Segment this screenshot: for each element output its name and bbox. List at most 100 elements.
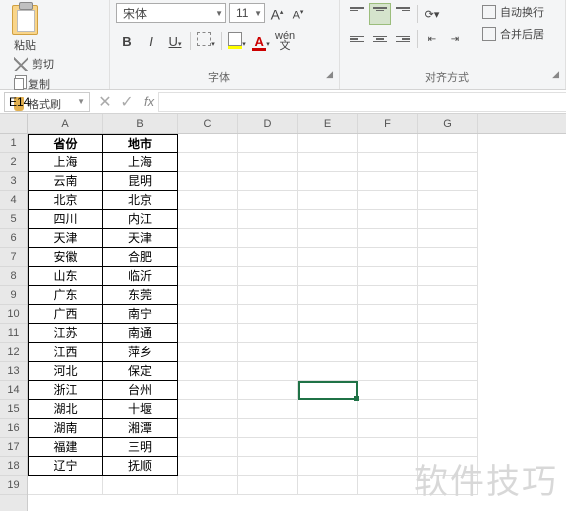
cell[interactable] [418, 343, 478, 362]
cell[interactable] [238, 400, 298, 419]
decrease-indent-button[interactable]: ⇤ [421, 28, 443, 50]
cell[interactable]: 广西 [28, 305, 103, 324]
cell[interactable] [358, 134, 418, 153]
cell[interactable]: 省份 [28, 134, 103, 153]
cell[interactable]: 南宁 [103, 305, 178, 324]
row-header[interactable]: 19 [0, 476, 27, 495]
cell[interactable] [358, 191, 418, 210]
cell[interactable] [418, 267, 478, 286]
cell[interactable] [418, 191, 478, 210]
cell[interactable] [298, 305, 358, 324]
row-header[interactable]: 12 [0, 343, 27, 362]
cell[interactable]: 内江 [103, 210, 178, 229]
row-header[interactable]: 3 [0, 172, 27, 191]
cell[interactable] [178, 286, 238, 305]
cell[interactable] [178, 191, 238, 210]
cell[interactable] [358, 419, 418, 438]
cell[interactable] [178, 362, 238, 381]
cell[interactable]: 湖南 [28, 419, 103, 438]
row-header[interactable]: 17 [0, 438, 27, 457]
underline-button[interactable]: U▾ [164, 30, 186, 52]
bold-button[interactable]: B [116, 30, 138, 52]
decrease-font-button[interactable]: A▾ [289, 3, 307, 23]
cell[interactable] [178, 134, 238, 153]
cell[interactable] [238, 476, 298, 495]
cell[interactable] [418, 438, 478, 457]
cell[interactable] [178, 343, 238, 362]
cell[interactable] [418, 457, 478, 476]
cell[interactable] [238, 134, 298, 153]
cell[interactable] [358, 267, 418, 286]
cell[interactable] [358, 362, 418, 381]
cell[interactable]: 湖北 [28, 400, 103, 419]
cell[interactable]: 安徽 [28, 248, 103, 267]
cell[interactable]: 昆明 [103, 172, 178, 191]
cell[interactable] [418, 400, 478, 419]
cell[interactable] [178, 419, 238, 438]
fill-color-button[interactable]: ▾ [226, 30, 248, 52]
cell[interactable] [418, 286, 478, 305]
cell[interactable] [358, 286, 418, 305]
select-all-corner[interactable] [0, 114, 27, 134]
cell[interactable] [418, 381, 478, 400]
row-header[interactable]: 9 [0, 286, 27, 305]
row-header[interactable]: 2 [0, 153, 27, 172]
cell[interactable] [178, 210, 238, 229]
cell[interactable] [298, 343, 358, 362]
name-box[interactable]: E14▼ [4, 92, 90, 112]
cell[interactable]: 辽宁 [28, 457, 103, 476]
cell[interactable]: 北京 [103, 191, 178, 210]
phonetic-button[interactable]: wén文 [274, 30, 296, 52]
cell[interactable] [298, 476, 358, 495]
row-header[interactable]: 16 [0, 419, 27, 438]
increase-font-button[interactable]: A▴ [268, 3, 286, 23]
cell[interactable] [298, 457, 358, 476]
cell[interactable] [298, 400, 358, 419]
cell[interactable]: 江苏 [28, 324, 103, 343]
row-header[interactable]: 5 [0, 210, 27, 229]
cell[interactable] [238, 305, 298, 324]
cell[interactable] [298, 438, 358, 457]
cell[interactable] [298, 229, 358, 248]
cell[interactable] [238, 267, 298, 286]
cell[interactable] [103, 476, 178, 495]
cell[interactable]: 广东 [28, 286, 103, 305]
merge-center-button[interactable]: 合并后居 [478, 25, 548, 43]
cell[interactable]: 云南 [28, 172, 103, 191]
cell[interactable]: 天津 [28, 229, 103, 248]
cell[interactable] [358, 248, 418, 267]
cell[interactable] [178, 305, 238, 324]
column-header[interactable]: C [178, 114, 238, 133]
cell[interactable] [238, 286, 298, 305]
cell[interactable]: 三明 [103, 438, 178, 457]
cell[interactable] [298, 381, 358, 400]
cell[interactable] [298, 286, 358, 305]
cell[interactable] [238, 172, 298, 191]
cell[interactable] [178, 267, 238, 286]
cell[interactable] [358, 153, 418, 172]
cell[interactable] [418, 210, 478, 229]
font-name-combo[interactable]: 宋体▼ [116, 3, 226, 23]
cell[interactable] [418, 134, 478, 153]
align-center-button[interactable] [369, 28, 391, 50]
row-header[interactable]: 10 [0, 305, 27, 324]
italic-button[interactable]: I [140, 30, 162, 52]
cell[interactable] [418, 172, 478, 191]
cell[interactable] [358, 476, 418, 495]
cell[interactable] [358, 324, 418, 343]
align-left-button[interactable] [346, 28, 368, 50]
cell[interactable]: 上海 [103, 153, 178, 172]
enter-fx-button[interactable]: ✓ [116, 92, 138, 112]
orientation-button[interactable]: ⟳▾ [421, 3, 443, 25]
border-button[interactable]: ▾ [195, 30, 217, 52]
cell[interactable]: 萍乡 [103, 343, 178, 362]
cell[interactable] [358, 438, 418, 457]
cell[interactable] [358, 229, 418, 248]
cell[interactable]: 山东 [28, 267, 103, 286]
cell[interactable] [178, 381, 238, 400]
cell[interactable]: 临沂 [103, 267, 178, 286]
column-header[interactable]: D [238, 114, 298, 133]
cell[interactable]: 地市 [103, 134, 178, 153]
cell[interactable]: 北京 [28, 191, 103, 210]
cell[interactable] [238, 324, 298, 343]
